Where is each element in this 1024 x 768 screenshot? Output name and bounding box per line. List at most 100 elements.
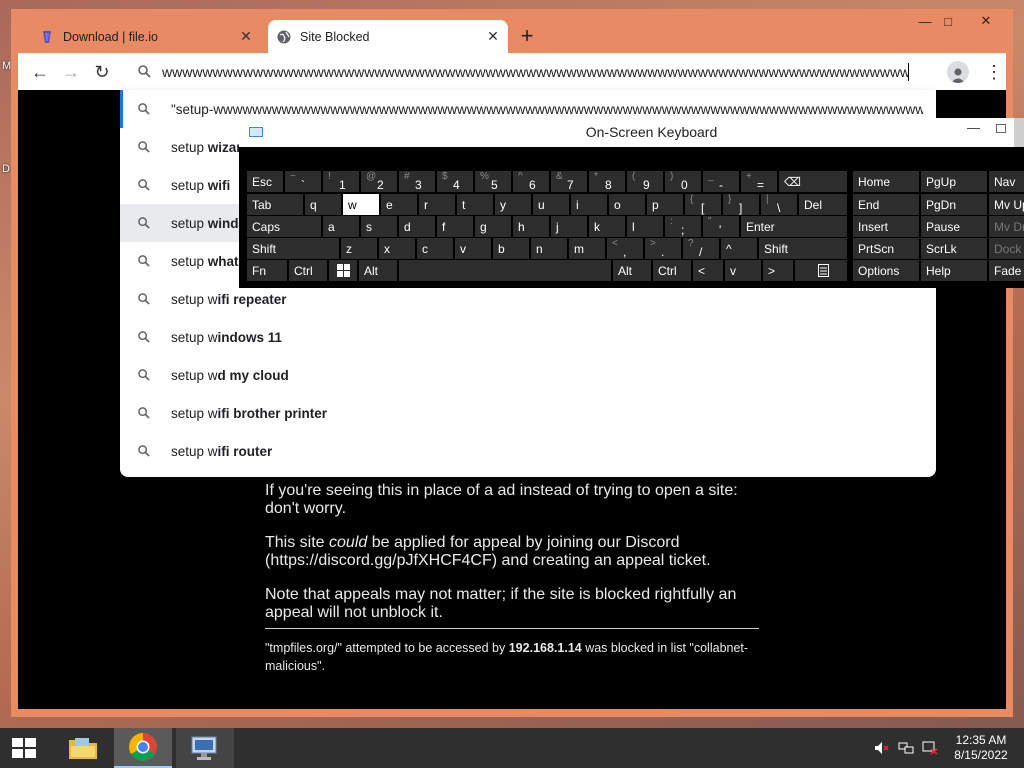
key-Caps[interactable]: Caps [247, 216, 321, 237]
key-Fade[interactable]: Fade [989, 260, 1024, 281]
suggestion-item[interactable]: setup wifi brother printer [120, 394, 936, 432]
key-g[interactable]: g [475, 216, 511, 237]
key-PgDn[interactable]: PgDn [921, 194, 987, 215]
action-center-icon[interactable] [920, 728, 940, 768]
clock[interactable]: 12:35 AM 8/15/2022 [944, 733, 1018, 763]
osk-title-bar[interactable]: On-Screen Keyboard — [239, 118, 1024, 147]
key-Esc[interactable]: Esc [247, 171, 283, 192]
key-c[interactable]: c [417, 238, 453, 259]
reload-button[interactable]: ↻ [89, 59, 115, 85]
key-w[interactable]: w [343, 194, 379, 215]
key-8[interactable]: * 8 [589, 171, 625, 192]
key-Ctrl[interactable]: Ctrl [289, 260, 327, 281]
key-t[interactable]: t [457, 194, 493, 215]
key-Pause[interactable]: Pause [921, 216, 987, 237]
key-Fn[interactable]: Fn [247, 260, 287, 281]
osk-minimize-button[interactable]: — [967, 120, 980, 135]
key-n[interactable]: n [531, 238, 567, 259]
forward-button[interactable]: → [58, 59, 84, 85]
key-symbol[interactable]: {[ [685, 194, 721, 215]
key-2[interactable]: @2 [361, 171, 397, 192]
key-o[interactable]: o [609, 194, 645, 215]
key-p[interactable]: p [647, 194, 683, 215]
key-symbol[interactable]: " ' [703, 216, 739, 237]
key-v[interactable]: v [455, 238, 491, 259]
back-button[interactable]: ← [27, 59, 53, 85]
suggestion-item[interactable]: setup windows 11 [120, 318, 936, 356]
omnibox-input[interactable]: wwwwwwwwwwwwwwwwwwwwwwwwwwwwwwwwwwwwwwww… [162, 64, 908, 80]
key-j[interactable]: j [551, 216, 587, 237]
key-symbol[interactable]: > [763, 260, 793, 281]
key-Dock[interactable]: Dock [989, 238, 1024, 259]
osk-maximize-button[interactable] [996, 124, 1006, 133]
close-tab-icon[interactable]: ✕ [484, 28, 502, 46]
key-Help[interactable]: Help [921, 260, 987, 281]
key-7[interactable]: & 7 [551, 171, 587, 192]
close-tab-icon[interactable]: ✕ [237, 28, 255, 46]
tab-download-file-io[interactable]: Download | file.io ✕ [31, 20, 261, 53]
key-Shift[interactable]: Shift [247, 238, 339, 259]
menu-icon[interactable] [795, 260, 847, 281]
key-5[interactable]: % 5 [475, 171, 511, 192]
menu-icon[interactable]: ⋮ [984, 59, 1004, 85]
key-MvUp[interactable]: Mv Up [989, 194, 1024, 215]
key-symbol[interactable]: >. [645, 238, 681, 259]
key-6[interactable]: ^ 6 [513, 171, 549, 192]
osk-close-button[interactable] [1014, 118, 1024, 147]
desktop-icon-label[interactable]: M [2, 60, 11, 72]
volume-muted-icon[interactable] [872, 728, 892, 768]
key-symbol[interactable]: <, [607, 238, 643, 259]
key-symbol[interactable]: }] [723, 194, 759, 215]
key-Ctrl[interactable]: Ctrl [653, 260, 691, 281]
key-0[interactable]: ) 0 [665, 171, 701, 192]
key-s[interactable]: s [361, 216, 397, 237]
key-Del[interactable]: Del [799, 194, 847, 215]
chrome-icon[interactable] [114, 728, 172, 768]
key-symbol[interactable]: _ - [703, 171, 739, 192]
key-Tab[interactable]: Tab [247, 194, 303, 215]
key-y[interactable]: y [495, 194, 531, 215]
key-Nav[interactable]: Nav [989, 171, 1024, 192]
network-icon[interactable] [896, 728, 916, 768]
key-z[interactable]: z [341, 238, 377, 259]
maximize-button[interactable]: □ [931, 11, 965, 31]
key-space[interactable] [399, 260, 611, 281]
key-k[interactable]: k [589, 216, 625, 237]
key-Home[interactable]: Home [853, 171, 919, 192]
key-PgUp[interactable]: PgUp [921, 171, 987, 192]
key-q[interactable]: q [305, 194, 341, 215]
key-f[interactable]: f [437, 216, 473, 237]
key-Options[interactable]: Options [853, 260, 919, 281]
suggestion-item[interactable]: setup wifi router [120, 432, 936, 470]
key-9[interactable]: (9 [627, 171, 663, 192]
key-u[interactable]: u [533, 194, 569, 215]
omnibox[interactable]: wwwwwwwwwwwwwwwwwwwwwwwwwwwwwwwwwwwwwwww… [120, 56, 936, 87]
key-4[interactable]: $4 [437, 171, 473, 192]
key-l[interactable]: l [627, 216, 663, 237]
key-d[interactable]: d [399, 216, 435, 237]
tab-site-blocked[interactable]: Site Blocked ✕ [268, 20, 508, 53]
key-v[interactable]: v [725, 260, 761, 281]
key-Enter[interactable]: Enter [741, 216, 847, 237]
key-PrtScn[interactable]: PrtScn [853, 238, 919, 259]
key-e[interactable]: e [381, 194, 417, 215]
suggestion-item[interactable]: setup wd my cloud [120, 356, 936, 394]
key-symbol[interactable]: ? / [683, 238, 719, 259]
key-Alt[interactable]: Alt [613, 260, 651, 281]
new-tab-button[interactable]: + [515, 23, 539, 48]
key-x[interactable]: x [379, 238, 415, 259]
desktop-icon-label[interactable]: D [2, 163, 10, 175]
key-h[interactable]: h [513, 216, 549, 237]
key-symbol[interactable]: ^ [721, 238, 757, 259]
windows-logo-icon[interactable] [329, 260, 357, 281]
key-symbol[interactable]: < [693, 260, 723, 281]
profile-avatar-icon[interactable] [947, 61, 969, 83]
key-b[interactable]: b [493, 238, 529, 259]
key-ScrLk[interactable]: ScrLk [921, 238, 987, 259]
key-a[interactable]: a [323, 216, 359, 237]
close-window-button[interactable]: ✕ [969, 11, 1003, 31]
key-1[interactable]: ! 1 [323, 171, 359, 192]
key-symbol[interactable]: ⌫ [779, 171, 847, 192]
start-icon[interactable] [0, 728, 48, 768]
key-Insert[interactable]: Insert [853, 216, 919, 237]
